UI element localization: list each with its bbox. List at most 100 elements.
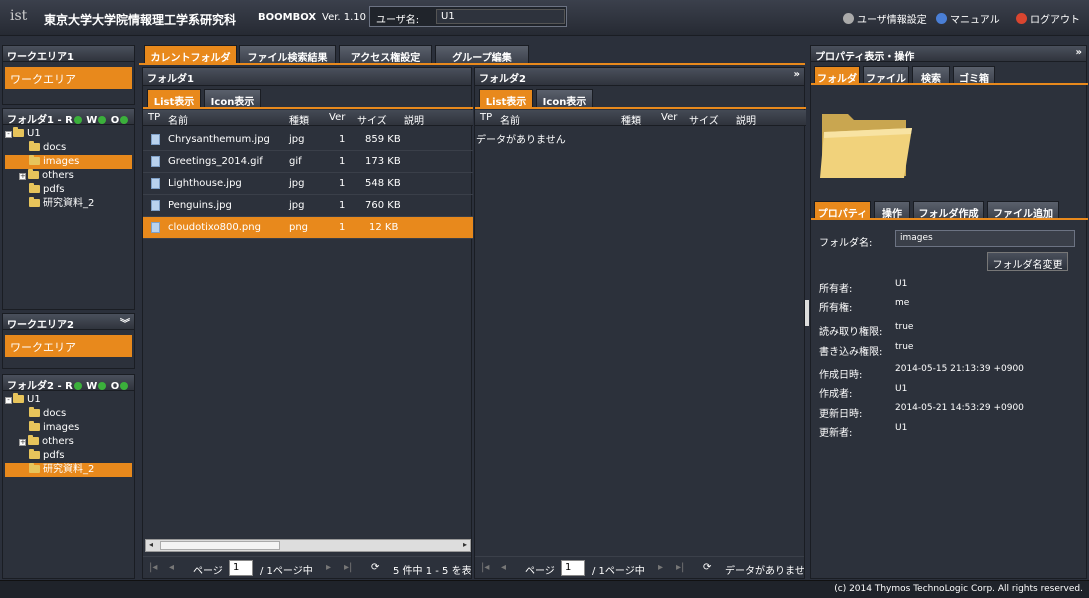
tree-item-pdfs[interactable]: pdfs	[5, 183, 132, 197]
tree-item-images[interactable]: images	[5, 155, 132, 169]
col-size[interactable]: サイズ	[357, 112, 387, 127]
app-version: Ver. 1.10	[322, 12, 367, 23]
col-tp[interactable]: TP	[148, 112, 160, 123]
col-name[interactable]: 名前	[168, 112, 188, 127]
collapse-icon[interactable]: -	[5, 131, 12, 138]
tab-current-folder[interactable]: カレントフォルダ	[144, 45, 237, 64]
tab-access[interactable]: アクセス権設定	[339, 45, 432, 64]
tree-item-docs[interactable]: docs	[5, 141, 132, 155]
refresh-icon[interactable]: ⟳	[703, 562, 711, 573]
tree-item-images[interactable]: images	[5, 421, 132, 435]
folder-2-icon-view-tab[interactable]: Icon表示	[536, 89, 593, 108]
gear-icon	[843, 13, 854, 24]
tab-operations[interactable]: 操作	[874, 201, 910, 220]
file-icon	[151, 178, 160, 189]
manual-link[interactable]: マニュアル	[936, 11, 1000, 26]
table-row[interactable]: Lighthouse.jpg jpg 1 548 KB	[143, 173, 473, 195]
table-row[interactable]: Chrysanthemum.jpg jpg 1 859 KB	[143, 129, 473, 151]
work-area-1-bar[interactable]: ワークエリア	[5, 67, 132, 89]
splitter-handle[interactable]	[805, 300, 809, 326]
tree-item-research[interactable]: 研究資料_2	[5, 197, 132, 211]
rename-folder-button[interactable]: フォルダ名変更	[987, 252, 1068, 271]
prev-page-icon[interactable]: ◂	[169, 562, 174, 573]
col-name[interactable]: 名前	[500, 112, 520, 127]
user-settings-link[interactable]: ユーザ情報設定	[843, 11, 927, 26]
folder-2-list-view-tab[interactable]: List表示	[479, 89, 533, 108]
property-panel: プロパティ表示・操作 » フォルダ ファイル 検索 ゴミ箱 プロパティ 操作 フォ…	[810, 45, 1088, 579]
owner-check-icon	[120, 116, 129, 124]
tab-create-folder[interactable]: フォルダ作成	[913, 201, 984, 220]
collapse-icon[interactable]: -	[5, 397, 12, 404]
folder-icon	[13, 127, 24, 137]
tree-item-pdfs[interactable]: pdfs	[5, 449, 132, 463]
work-area-1-title: ワークエリア1	[3, 46, 134, 63]
tab-folder[interactable]: フォルダ	[814, 66, 860, 85]
col-desc[interactable]: 説明	[736, 112, 756, 127]
table-row[interactable]: cloudotixo800.png png 1 12 KB	[143, 217, 473, 239]
tab-file[interactable]: ファイル	[863, 66, 909, 85]
tab-trash[interactable]: ゴミ箱	[953, 66, 995, 85]
tree-item-docs[interactable]: docs	[5, 407, 132, 421]
tree-item-others[interactable]: + others	[5, 169, 132, 183]
prop-label-owner: 所有者:	[819, 284, 853, 295]
folder-1-list-view-tab[interactable]: List表示	[147, 89, 201, 108]
refresh-icon[interactable]: ⟳	[371, 562, 379, 573]
col-type[interactable]: 種類	[621, 112, 641, 127]
read-check-icon	[73, 116, 82, 124]
file-icon	[151, 134, 160, 145]
expand-right-icon[interactable]: »	[794, 69, 800, 80]
folder-icon	[13, 393, 24, 403]
tab-add-file[interactable]: ファイル追加	[987, 201, 1059, 220]
folder-1-icon-view-tab[interactable]: Icon表示	[204, 89, 261, 108]
folder-1-pager: |◂ ◂ ページ 1 / 1ページ中 ▸ ▸| ⟳ 5 件中 1 - 5 を表示	[143, 556, 471, 578]
page-input[interactable]: 1	[229, 560, 253, 576]
scroll-left-icon[interactable]: ◂	[149, 540, 153, 549]
logout-link[interactable]: ログアウト	[1016, 11, 1080, 26]
page-input[interactable]: 1	[561, 560, 585, 576]
first-page-icon[interactable]: |◂	[481, 562, 489, 573]
file-icon	[151, 156, 160, 167]
last-page-icon[interactable]: ▸|	[344, 562, 352, 573]
tree-root[interactable]: - U1	[5, 393, 132, 407]
scroll-right-icon[interactable]: ▸	[463, 540, 467, 549]
col-ver[interactable]: Ver	[661, 112, 677, 123]
folder-name-input[interactable]: images	[895, 230, 1075, 247]
folder-icon	[28, 435, 39, 445]
first-page-icon[interactable]: |◂	[149, 562, 157, 573]
table-row[interactable]: Greetings_2014.gif gif 1 173 KB	[143, 151, 473, 173]
tab-search[interactable]: 検索	[912, 66, 950, 85]
col-tp[interactable]: TP	[480, 112, 492, 123]
prev-page-icon[interactable]: ◂	[501, 562, 506, 573]
col-ver[interactable]: Ver	[329, 112, 345, 123]
owner-perm-label: O	[110, 115, 120, 126]
page-of: / 1ページ中	[260, 566, 313, 577]
tree-item-others[interactable]: + others	[5, 435, 132, 449]
tab-group-edit[interactable]: グループ編集	[435, 45, 529, 64]
help-icon	[936, 13, 947, 24]
prop-value-write: true	[895, 342, 914, 352]
folder-name-label: フォルダ名:	[819, 238, 873, 249]
col-desc[interactable]: 説明	[404, 112, 424, 127]
next-page-icon[interactable]: ▸	[658, 562, 663, 573]
expand-icon[interactable]: +	[19, 173, 26, 180]
col-type[interactable]: 種類	[289, 112, 309, 127]
tree-root[interactable]: - U1	[5, 127, 132, 141]
tab-file-search[interactable]: ファイル検索結果	[239, 45, 336, 64]
folder-1-tab-underline	[143, 107, 473, 109]
tab-properties[interactable]: プロパティ	[814, 201, 871, 220]
scrollbar-thumb[interactable]	[160, 541, 280, 550]
collapse-right-icon[interactable]: »	[1076, 47, 1082, 58]
last-page-icon[interactable]: ▸|	[676, 562, 684, 573]
collapse-chevron-icon[interactable]: ︾	[120, 315, 130, 330]
col-size[interactable]: サイズ	[689, 112, 719, 127]
expand-icon[interactable]: +	[19, 439, 26, 446]
work-area-2-bar[interactable]: ワークエリア	[5, 335, 132, 357]
user-field[interactable]: U1	[436, 9, 565, 24]
owner-check-icon	[120, 382, 129, 390]
prop-value-read: true	[895, 322, 914, 332]
tree-item-label: others	[42, 436, 74, 447]
table-row[interactable]: Penguins.jpg jpg 1 760 KB	[143, 195, 473, 217]
tree-item-research[interactable]: 研究資料_2	[5, 463, 132, 477]
next-page-icon[interactable]: ▸	[326, 562, 331, 573]
horizontal-scrollbar[interactable]: ◂ ▸	[145, 539, 471, 552]
